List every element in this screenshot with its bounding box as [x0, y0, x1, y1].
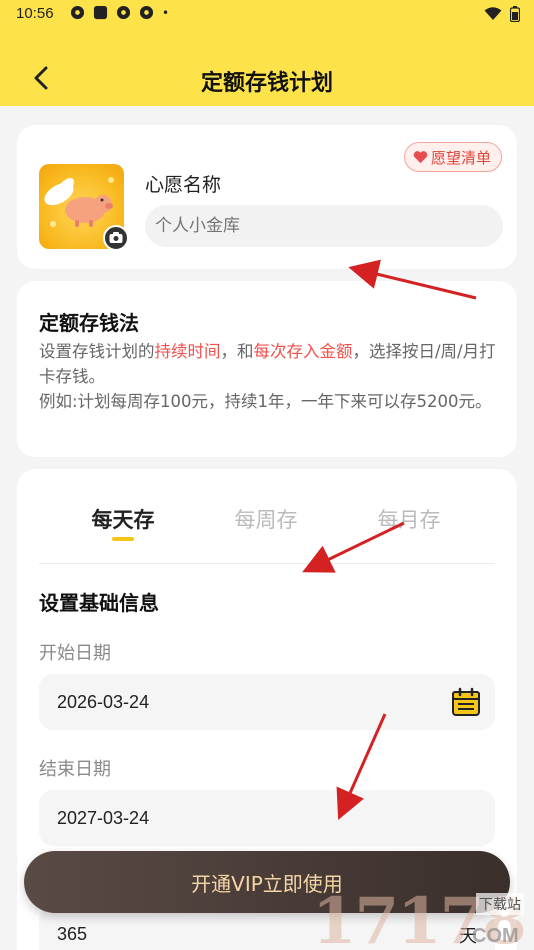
start-date-label: 开始日期: [39, 643, 111, 664]
tab-divider: [39, 563, 495, 564]
end-date-field[interactable]: 2027-03-24: [39, 790, 495, 846]
method-description: 设置存钱计划的持续时间，和每次存入金额，选择按日/周/月打卡存钱。 例如:计划每…: [39, 339, 503, 414]
watermark-domain: COM: [472, 925, 519, 947]
app-notification-icon: [139, 5, 154, 20]
section-title: 设置基础信息: [39, 591, 159, 615]
wishlist-button[interactable]: 愿望清单: [403, 142, 502, 172]
heart-icon: [413, 151, 428, 164]
desc-example: 例如:计划每周存100元，持续1年，一年下来可以存5200元。: [39, 392, 492, 411]
camera-icon[interactable]: [103, 225, 129, 251]
wifi-icon: [484, 7, 502, 20]
square-notification-icon: [93, 5, 108, 20]
page-title: 定额存钱计划: [200, 71, 333, 96]
wish-name-input[interactable]: [145, 205, 503, 247]
wishlist-label: 愿望清单: [430, 148, 491, 167]
app-notification-icon: [70, 5, 85, 20]
watermark-site: 下载站: [476, 893, 524, 915]
duration-days-value: 365: [57, 923, 88, 944]
title-bar: 定额存钱计划: [0, 50, 534, 106]
tab-weekly[interactable]: 每周存: [196, 504, 336, 534]
start-date-field[interactable]: 2026-03-24: [39, 674, 495, 730]
app-header: 10:56 • 定额存钱计划: [0, 0, 534, 106]
desc-highlight-amount: 每次存入金额: [253, 342, 353, 361]
battery-icon: [510, 6, 520, 22]
method-title: 定额存钱法: [39, 311, 139, 335]
camera-glyph: [109, 232, 123, 243]
calendar-icon[interactable]: [451, 687, 481, 717]
status-notification-icons: •: [70, 5, 169, 20]
app-notification-icon: [116, 5, 131, 20]
status-more-dot: •: [162, 5, 170, 20]
wish-name-label: 心愿名称: [145, 174, 222, 196]
desc-text: 设置存钱计划的: [39, 342, 155, 361]
desc-highlight-duration: 持续时间: [154, 342, 221, 361]
desc-text: ，和: [220, 342, 254, 361]
tab-daily[interactable]: 每天存: [53, 504, 193, 534]
method-card: 定额存钱法 设置存钱计划的持续时间，和每次存入金额，选择按日/周/月打卡存钱。 …: [17, 281, 517, 457]
end-date-label: 结束日期: [39, 759, 111, 780]
wish-card: 心愿名称 愿望清单: [17, 125, 517, 269]
status-system-icons: [484, 6, 520, 22]
status-time: 10:56: [16, 5, 54, 22]
end-date-value: 2027-03-24: [57, 807, 150, 828]
tab-monthly[interactable]: 每月存: [339, 504, 479, 534]
frequency-tabs: 每天存 每周存 每月存: [17, 499, 517, 563]
start-date-value: 2026-03-24: [57, 691, 150, 712]
status-bar: 10:56 •: [0, 0, 534, 30]
active-tab-indicator: [112, 537, 134, 541]
